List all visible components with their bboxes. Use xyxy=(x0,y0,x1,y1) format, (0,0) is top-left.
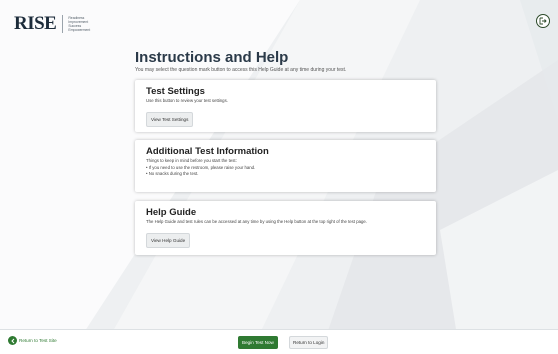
page-subtitle: You may select the question mark button … xyxy=(135,67,347,73)
logo-divider xyxy=(62,14,64,33)
instructions-panel: Instructions and Help You may select the… xyxy=(135,49,436,255)
begin-test-button[interactable]: Begin Test Now xyxy=(238,336,278,349)
additional-info-card: Additional Test Information Things to ke… xyxy=(135,140,436,192)
page-title: Instructions and Help xyxy=(135,49,289,66)
rise-logo: RISE Readiness Improvement Success Empow… xyxy=(14,14,90,33)
return-to-test-site-link[interactable]: Return to Test Site xyxy=(8,336,57,345)
card-text: Use this button to review your test sett… xyxy=(146,98,228,103)
logo-subtitle: Readiness Improvement Success Empowermen… xyxy=(68,16,90,32)
card-title: Help Guide xyxy=(146,207,197,218)
exit-icon xyxy=(539,17,547,25)
card-text: Things to keep in mind before you start … xyxy=(146,158,237,163)
list-item: • No snacks during the test. xyxy=(146,171,199,176)
arrow-left-icon xyxy=(8,336,17,345)
view-test-settings-button[interactable]: View Test Settings xyxy=(146,112,194,127)
logo-sub-line: Empowerment xyxy=(68,27,91,32)
return-to-test-site-label: Return to Test Site xyxy=(19,338,57,343)
card-text: The Help Guide and test rules can be acc… xyxy=(146,219,367,224)
exit-button[interactable] xyxy=(536,14,550,28)
footer-bar: Return to Test Site Begin Test Now Retur… xyxy=(0,329,558,354)
header: RISE Readiness Improvement Success Empow… xyxy=(0,0,558,42)
info-list: • If you need to use the restroom, pleas… xyxy=(146,165,425,177)
logo-text: RISE xyxy=(14,13,57,34)
view-help-guide-button[interactable]: View Help Guide xyxy=(146,233,191,248)
return-to-login-button[interactable]: Return to Login xyxy=(289,336,329,349)
help-guide-card: Help Guide The Help Guide and test rules… xyxy=(135,201,436,255)
card-title: Additional Test Information xyxy=(146,146,269,157)
list-item-text: No snacks during the test. xyxy=(148,171,199,176)
list-item-text: If you need to use the restroom, please … xyxy=(148,165,256,170)
test-settings-card: Test Settings Use this button to review … xyxy=(135,80,436,132)
card-title: Test Settings xyxy=(146,86,205,97)
